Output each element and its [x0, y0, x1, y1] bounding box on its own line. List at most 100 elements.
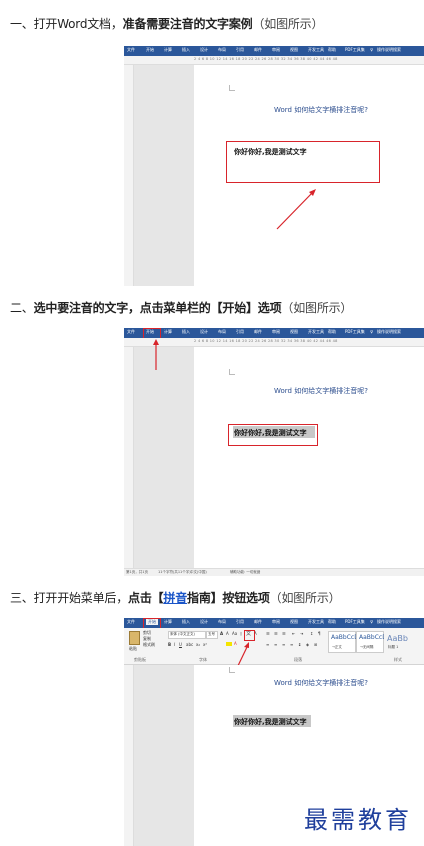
tab-help[interactable]: 帮助	[328, 619, 336, 625]
sort-icon[interactable]: ↕	[310, 631, 313, 636]
tell-me-search[interactable]: 操作说明搜索	[377, 47, 401, 53]
style-no-spacing[interactable]: AaBbCcD →无间隔	[356, 631, 387, 653]
word-tab-bar: 文件 开始 计算 插入 设计 布局 引用 邮件 审阅 视图 开发工具 帮助 PD…	[124, 618, 424, 628]
tab-help[interactable]: 帮助	[328, 47, 336, 53]
paste-label: 粘贴	[129, 646, 137, 651]
highlight-box	[226, 141, 380, 183]
document-title: Word 如何给文字横排注音呢?	[274, 106, 368, 114]
tab-design[interactable]: 设计	[200, 619, 208, 625]
paste-icon[interactable]	[129, 631, 140, 645]
margin-corner-mark	[229, 369, 235, 375]
superscript-button[interactable]: x²	[203, 642, 207, 647]
strikethrough-button[interactable]: abc	[186, 642, 193, 647]
document-title: Word 如何给文字横排注音呢?	[274, 679, 368, 687]
shrink-font-button[interactable]: A	[226, 631, 229, 636]
tab-mailings[interactable]: 邮件	[254, 329, 262, 335]
tab-pdf[interactable]: PDF工具集	[345, 329, 365, 335]
tab-design[interactable]: 设计	[200, 47, 208, 53]
tab-file[interactable]: 文件	[127, 47, 135, 53]
font-name-select[interactable]: 宋体 (中文正文)	[168, 631, 206, 639]
clear-format-icon[interactable]: ◊	[240, 631, 242, 636]
word-screenshot-2: 文件 开始 计算 插入 设计 布局 引用 邮件 审阅 视图 开发工具 帮助 PD…	[124, 328, 424, 576]
tab-insert[interactable]: 插入	[182, 619, 190, 625]
change-case-button[interactable]: Aa	[232, 631, 237, 636]
tab-view[interactable]: 视图	[290, 47, 298, 53]
lightbulb-icon: ♀	[370, 329, 373, 334]
tell-me-search[interactable]: 操作说明搜索	[377, 619, 401, 625]
format-painter-button[interactable]: 格式刷	[143, 642, 155, 648]
tab-developer[interactable]: 开发工具	[308, 329, 324, 335]
lightbulb-icon: ♀	[370, 47, 373, 52]
subscript-button[interactable]: x₂	[196, 642, 200, 647]
shading-icon[interactable]: ◈	[306, 642, 309, 647]
vertical-ruler	[124, 347, 134, 568]
pinyin-link[interactable]: 拼音	[163, 591, 187, 605]
bullets-icon[interactable]: ☰	[266, 631, 270, 636]
show-marks-icon[interactable]: ¶	[318, 631, 321, 636]
group-paragraph: 段落	[294, 657, 302, 662]
justify-icon[interactable]: ≡	[290, 642, 293, 647]
horizontal-ruler: 2 4 6 8 10 12 14 16 18 20 22 24 26 28 30…	[124, 56, 424, 65]
document-text[interactable]: 你好你好,我是测试文字	[234, 717, 307, 727]
navigation-gray-area	[134, 347, 194, 568]
tab-calc[interactable]: 计算	[164, 329, 172, 335]
tab-home[interactable]: 开始	[146, 47, 154, 53]
navigation-gray-area	[134, 65, 194, 286]
tab-insert[interactable]: 插入	[182, 329, 190, 335]
navigation-gray-area	[134, 665, 194, 846]
align-right-icon[interactable]: ≡	[282, 642, 285, 647]
tab-developer[interactable]: 开发工具	[308, 47, 324, 53]
tab-mailings[interactable]: 邮件	[254, 619, 262, 625]
tab-file[interactable]: 文件	[127, 329, 135, 335]
italic-button[interactable]: I	[174, 642, 175, 647]
tab-layout[interactable]: 布局	[218, 329, 226, 335]
style-heading-1[interactable]: AaBb 标题 1	[384, 631, 412, 653]
font-size-select[interactable]: 五号	[206, 631, 218, 639]
tab-help[interactable]: 帮助	[328, 329, 336, 335]
bold-button[interactable]: B	[168, 642, 171, 647]
tab-layout[interactable]: 布局	[218, 619, 226, 625]
tell-me-search[interactable]: 操作说明搜索	[377, 329, 401, 335]
tab-review[interactable]: 审阅	[272, 619, 280, 625]
lightbulb-icon: ♀	[370, 619, 373, 624]
step-3-instruction: 三、打开开始菜单后，点击【拼音指南】按钮选项（如图所示）	[10, 591, 341, 605]
tab-mailings[interactable]: 邮件	[254, 47, 262, 53]
margin-corner-mark	[229, 85, 235, 91]
tab-view[interactable]: 视图	[290, 329, 298, 335]
watermark-logo: 最需教育	[304, 806, 412, 834]
tab-design[interactable]: 设计	[200, 329, 208, 335]
tab-file[interactable]: 文件	[127, 619, 135, 625]
multilevel-list-icon[interactable]: ☰	[282, 631, 286, 636]
tab-calc[interactable]: 计算	[164, 619, 172, 625]
tab-insert[interactable]: 插入	[182, 47, 190, 53]
step-1-instruction: 一、打开Word文档，准备需要注音的文字案例（如图所示）	[10, 17, 324, 31]
style-normal[interactable]: AaBbCcDd →正文	[328, 631, 363, 653]
numbering-icon[interactable]: ☰	[274, 631, 278, 636]
grow-font-button[interactable]: A	[220, 631, 223, 636]
align-center-icon[interactable]: ≡	[274, 642, 277, 647]
borders-icon[interactable]: ⊞	[314, 642, 317, 647]
tab-view[interactable]: 视图	[290, 619, 298, 625]
decrease-indent-icon[interactable]: ⇤	[292, 631, 295, 636]
tab-references[interactable]: 引用	[236, 619, 244, 625]
tab-layout[interactable]: 布局	[218, 47, 226, 53]
red-arrow-icon	[276, 189, 316, 230]
tab-review[interactable]: 审阅	[272, 47, 280, 53]
document-title: Word 如何给文字横排注音呢?	[274, 387, 368, 395]
tab-pdf[interactable]: PDF工具集	[345, 47, 365, 53]
document-page[interactable]: Word 如何给文字横排注音呢? 你好你好,我是测试文字	[194, 347, 424, 568]
tab-pdf[interactable]: PDF工具集	[345, 619, 365, 625]
tab-references[interactable]: 引用	[236, 329, 244, 335]
align-left-icon[interactable]: ≡	[266, 642, 269, 647]
word-screenshot-1: 文件 开始 计算 插入 设计 布局 引用 邮件 审阅 视图 开发工具 帮助 PD…	[124, 46, 424, 286]
tab-references[interactable]: 引用	[236, 47, 244, 53]
vertical-ruler	[124, 65, 134, 286]
group-styles: 样式	[394, 657, 402, 662]
increase-indent-icon[interactable]: ⇥	[300, 631, 303, 636]
tab-developer[interactable]: 开发工具	[308, 619, 324, 625]
underline-button[interactable]: U	[179, 642, 182, 647]
group-clipboard: 剪贴板	[134, 657, 146, 662]
line-spacing-icon[interactable]: ↨	[298, 642, 301, 647]
tab-calc[interactable]: 计算	[164, 47, 172, 53]
tab-review[interactable]: 审阅	[272, 329, 280, 335]
